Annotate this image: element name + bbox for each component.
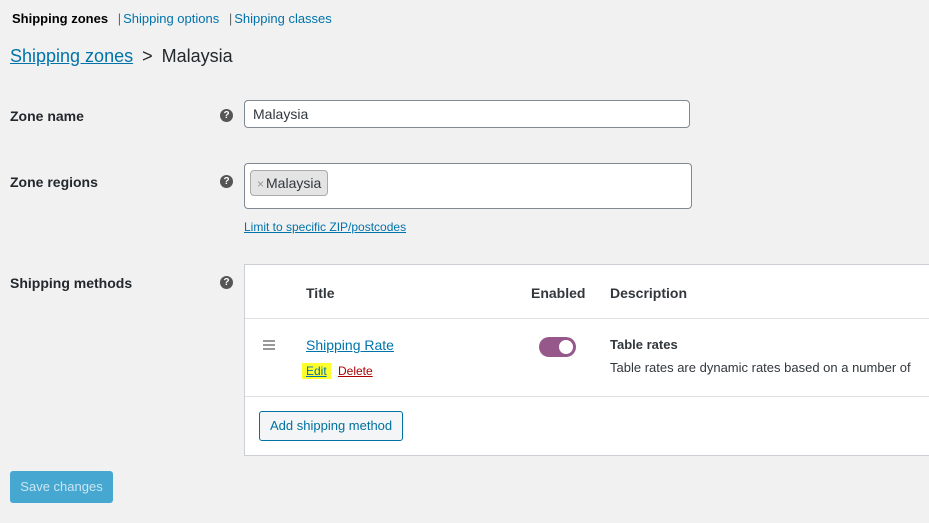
zone-name-input[interactable] xyxy=(244,100,690,128)
breadcrumb: Shipping zones > Malaysia xyxy=(10,46,233,67)
add-shipping-method-button[interactable]: Add shipping method xyxy=(259,411,404,441)
drag-handle-icon[interactable] xyxy=(263,340,275,352)
help-icon[interactable]: ? xyxy=(220,175,233,188)
column-header-enabled: Enabled xyxy=(531,285,586,301)
zone-regions-select[interactable]: × Malaysia xyxy=(244,163,692,209)
shipping-methods-table: Title Enabled Description Shipping Rate … xyxy=(244,264,929,456)
help-icon[interactable]: ? xyxy=(220,276,233,289)
subnav-shipping-options[interactable]: Shipping options xyxy=(123,11,219,26)
method-enabled-toggle[interactable] xyxy=(539,337,576,357)
shipping-subnav: Shipping zones | Shipping options | Shippi… xyxy=(12,11,332,26)
breadcrumb-separator: > xyxy=(142,46,153,66)
breadcrumb-shipping-zones-link[interactable]: Shipping zones xyxy=(10,46,133,66)
method-description-title: Table rates xyxy=(610,337,678,352)
help-icon[interactable]: ? xyxy=(220,109,233,122)
delete-method-link[interactable]: Delete xyxy=(338,364,373,378)
zone-regions-label: Zone regions xyxy=(10,174,98,190)
shipping-method-title-link[interactable]: Shipping Rate xyxy=(306,337,394,353)
subnav-separator: | xyxy=(117,11,122,26)
method-description-text: Table rates are dynamic rates based on a… xyxy=(610,360,911,375)
save-changes-button[interactable]: Save changes xyxy=(10,471,113,503)
breadcrumb-current: Malaysia xyxy=(161,46,233,66)
column-header-description: Description xyxy=(610,285,688,301)
subnav-shipping-classes[interactable]: Shipping classes xyxy=(234,11,332,26)
limit-postcodes-link[interactable]: Limit to specific ZIP/postcodes xyxy=(244,220,406,234)
remove-region-icon[interactable]: × xyxy=(257,177,264,191)
toggle-knob xyxy=(559,340,573,354)
shipping-methods-label: Shipping methods xyxy=(10,275,133,291)
region-chip: × Malaysia xyxy=(250,170,329,196)
row-divider xyxy=(245,396,929,397)
subnav-shipping-zones[interactable]: Shipping zones xyxy=(12,11,108,26)
subnav-separator: | xyxy=(228,11,233,26)
region-chip-label: Malaysia xyxy=(266,175,322,191)
header-divider xyxy=(245,318,929,319)
edit-method-link[interactable]: Edit xyxy=(302,363,331,379)
column-header-title: Title xyxy=(306,285,335,301)
zone-name-label: Zone name xyxy=(10,108,84,124)
